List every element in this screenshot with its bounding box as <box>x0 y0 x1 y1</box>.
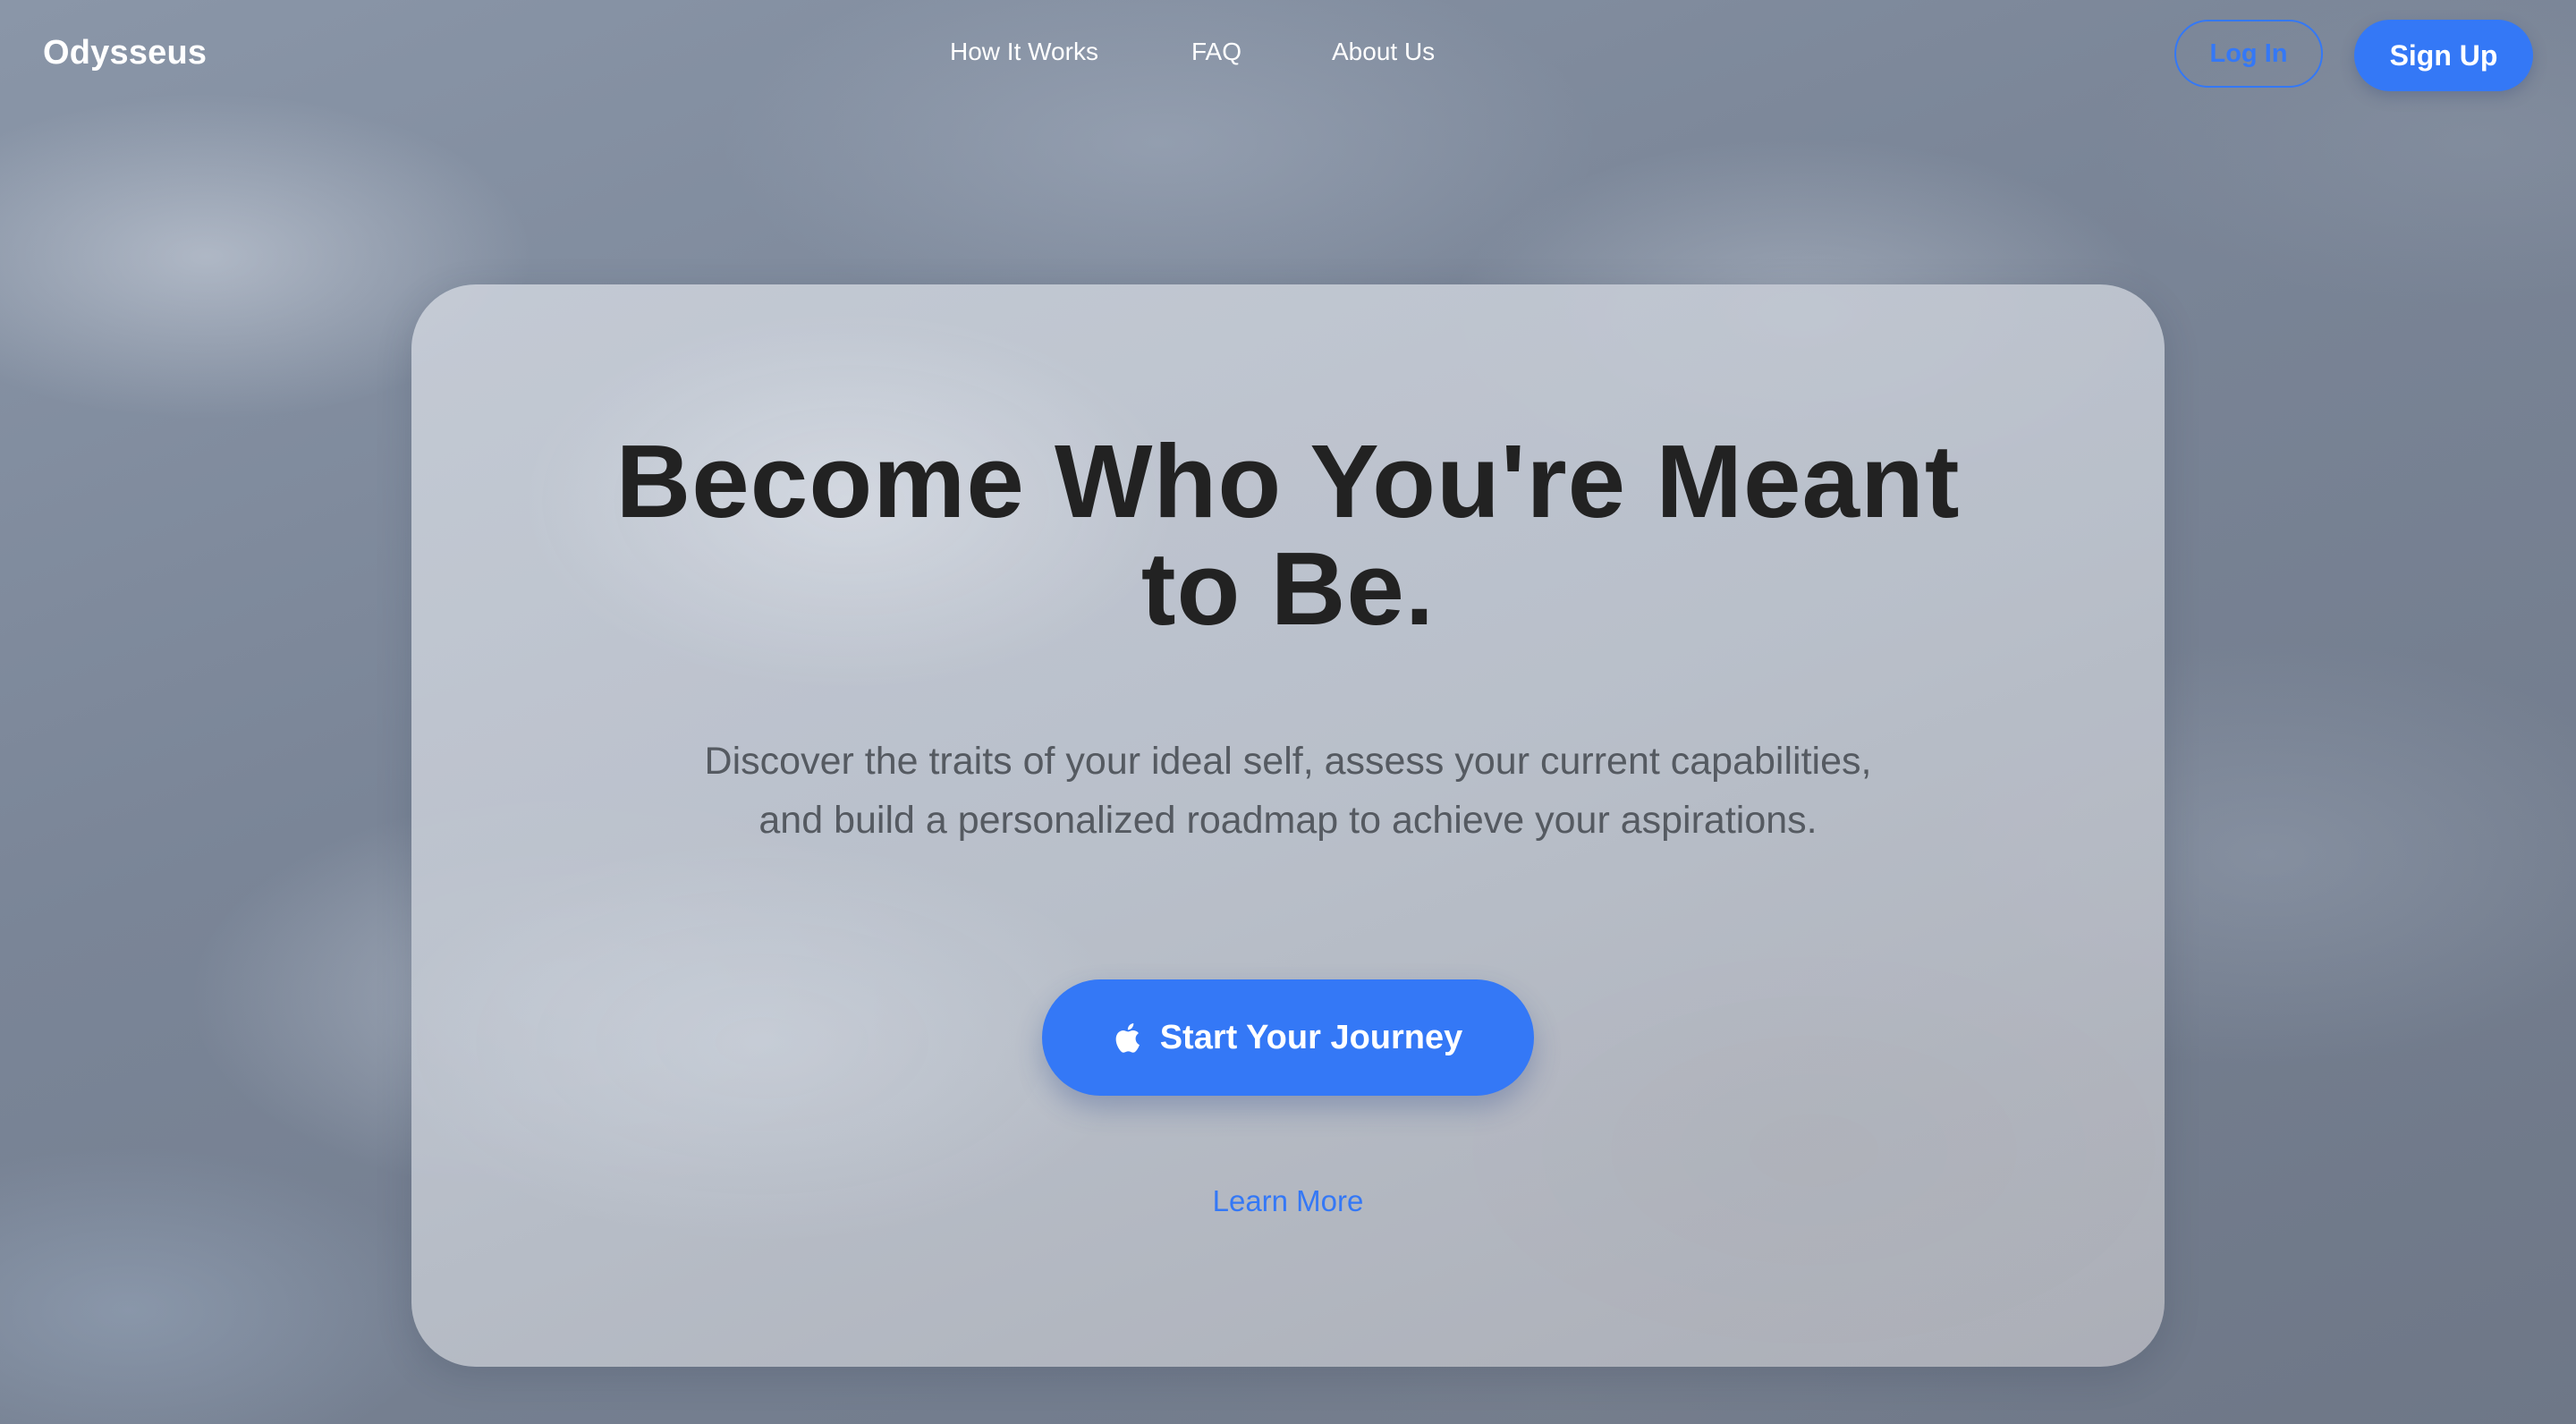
hero-headline-line-2: to Be. <box>1140 530 1436 647</box>
learn-more-wrapper: Learn More <box>411 1184 2165 1218</box>
sign-up-button[interactable]: Sign Up <box>2354 20 2533 91</box>
nav-link-faq[interactable]: FAQ <box>1191 38 1241 66</box>
start-your-journey-button[interactable]: Start Your Journey <box>1042 979 1534 1096</box>
hero-description-line-1: Discover the traits of your ideal self, … <box>704 740 1872 783</box>
hero-description: Discover the traits of your ideal self, … <box>411 732 2165 850</box>
start-your-journey-label: Start Your Journey <box>1159 1018 1463 1056</box>
nav-link-how-it-works[interactable]: How It Works <box>950 38 1098 66</box>
apple-icon <box>1115 1023 1140 1053</box>
brand-logo[interactable]: Odysseus <box>43 34 207 72</box>
hero-description-line-2: and build a personalized roadmap to achi… <box>758 799 1818 842</box>
nav-link-about-us[interactable]: About Us <box>1332 38 1435 66</box>
hero-headline: Become Who You're Meant to Be. <box>411 428 2165 642</box>
log-in-button[interactable]: Log In <box>2174 20 2323 88</box>
top-navbar: Odysseus How It Works FAQ About Us Log I… <box>0 0 2576 109</box>
hero-headline-line-1: Become Who You're Meant <box>615 423 1961 539</box>
learn-more-link[interactable]: Learn More <box>1213 1184 1364 1217</box>
hero-card: Become Who You're Meant to Be. Discover … <box>411 284 2165 1367</box>
